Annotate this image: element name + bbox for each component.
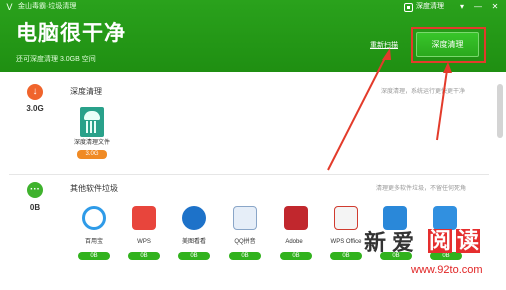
section-size: 3.0G — [26, 104, 44, 113]
size-badge: 0B — [330, 252, 362, 260]
size-badge: 3.0G — [77, 150, 107, 159]
watermark-url: www.92to.com — [411, 264, 483, 276]
app-store-icon[interactable] — [433, 206, 457, 230]
page-title: 电脑很干净 — [16, 22, 126, 45]
app-label: 百用宝 — [84, 239, 103, 245]
app-label: 美图看看 — [181, 239, 206, 245]
size-badge: 0B — [178, 252, 210, 260]
wps-icon[interactable] — [132, 206, 156, 230]
dots-glyph: ··· — [30, 184, 40, 195]
qq-pinyin-icon[interactable] — [233, 206, 257, 230]
section-description: 清理更多软件垃圾，不留任何死角 — [376, 186, 467, 192]
broom-file-icon[interactable] — [80, 107, 104, 137]
size-badge: 0B — [78, 252, 110, 260]
duba-logo-icon: ᐯ — [6, 2, 13, 12]
deep-clean-button[interactable]: 深度清理 — [416, 32, 479, 57]
cleaner-window: ᐯ 金山毒霸·垃圾清理 深度清理 ▾ — ✕ 电脑很干净 还可深度清理 3.0G… — [0, 0, 506, 290]
section-description: 深度清理，系统运行更快更干净 — [381, 89, 466, 95]
app-title: 金山毒霸·垃圾清理 — [18, 3, 77, 10]
item-label[interactable]: 深度清理文件 — [60, 139, 124, 147]
section-size: 0B — [29, 203, 41, 212]
scrollbar[interactable] — [497, 84, 503, 138]
watermark-char: 爱 — [392, 230, 415, 255]
watermark-char: 读 — [457, 228, 480, 253]
minimize-button[interactable]: — — [472, 1, 484, 12]
rescan-link[interactable]: 重新扫描 — [370, 41, 398, 50]
section-title: 深度清理 — [70, 87, 102, 96]
close-button[interactable]: ✕ — [489, 1, 501, 12]
app-label: QQ拼音 — [234, 239, 256, 245]
size-badge: 0B — [280, 252, 312, 260]
section-title: 其他软件垃圾 — [70, 184, 118, 193]
window-icon — [404, 2, 413, 12]
deep-clean-shortcut[interactable]: 深度清理 — [404, 2, 444, 12]
menu-dropdown-button[interactable]: ▾ — [456, 1, 468, 12]
section-divider — [9, 174, 489, 175]
more-dots-icon: ··· — [27, 182, 43, 198]
page-subtitle: 还可深度清理 3.0GB 空间 — [16, 56, 96, 63]
wps-office-icon[interactable] — [334, 206, 358, 230]
deep-clean-shortcut-label: 深度清理 — [416, 3, 444, 10]
app-label: WPS — [137, 239, 151, 245]
sync-icon[interactable] — [383, 206, 407, 230]
adobe-icon[interactable] — [284, 206, 308, 230]
watermark-char: 阅 — [429, 228, 452, 253]
size-badge: 0B — [128, 252, 160, 260]
size-badge: 0B — [430, 252, 462, 260]
watermark-char: 新 — [364, 230, 387, 255]
size-badge: 0B — [229, 252, 261, 260]
title-bar: ᐯ 金山毒霸·垃圾清理 深度清理 ▾ — ✕ — [0, 0, 506, 14]
arrow-down-glyph: ↓ — [32, 86, 38, 97]
meitu-icon[interactable] — [182, 206, 206, 230]
header-bar: ᐯ 金山毒霸·垃圾清理 深度清理 ▾ — ✕ 电脑很干净 还可深度清理 3.0G… — [0, 0, 506, 72]
baiyongbao-icon[interactable] — [82, 206, 106, 230]
app-label: Adobe — [285, 239, 303, 245]
download-arrow-icon: ↓ — [27, 84, 43, 100]
